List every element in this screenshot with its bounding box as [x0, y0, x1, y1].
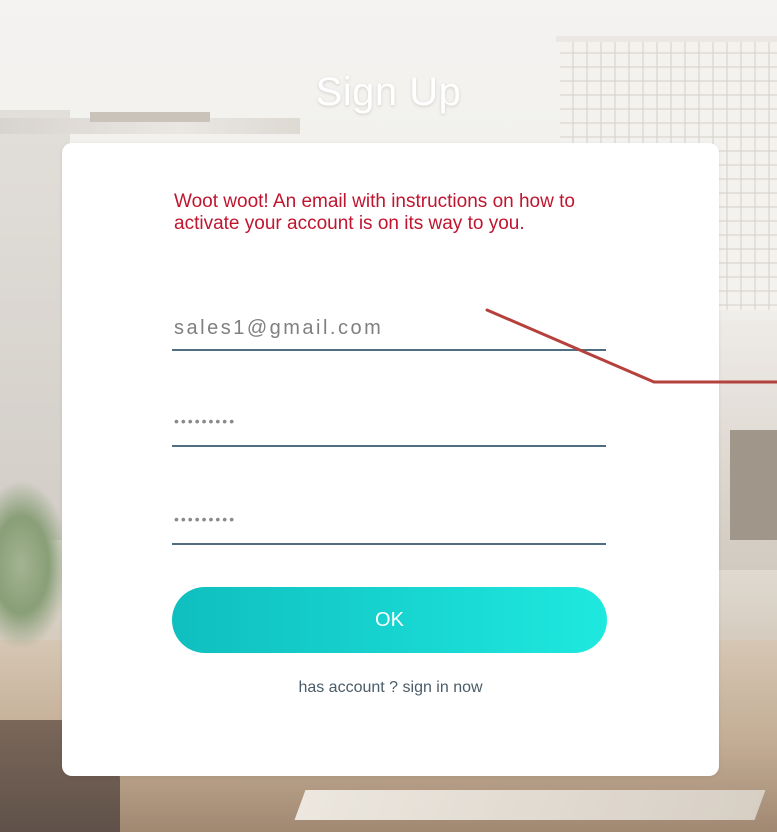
confirm-password-field: •••••••••: [172, 503, 606, 545]
email-field: [172, 309, 606, 351]
password-field: •••••••••: [172, 405, 606, 447]
sign-in-link[interactable]: has account ? sign in now: [62, 679, 719, 697]
signup-card: Woot woot! An email with instructions on…: [62, 143, 719, 776]
signup-page: Sign Up Woot woot! An email with instruc…: [0, 0, 777, 832]
password-input[interactable]: •••••••••: [174, 413, 236, 429]
confirm-password-input[interactable]: •••••••••: [174, 511, 236, 527]
email-input[interactable]: [174, 311, 594, 345]
ok-button[interactable]: OK: [172, 587, 607, 653]
page-title: Sign Up: [315, 70, 462, 114]
success-message: Woot woot! An email with instructions on…: [174, 191, 575, 234]
